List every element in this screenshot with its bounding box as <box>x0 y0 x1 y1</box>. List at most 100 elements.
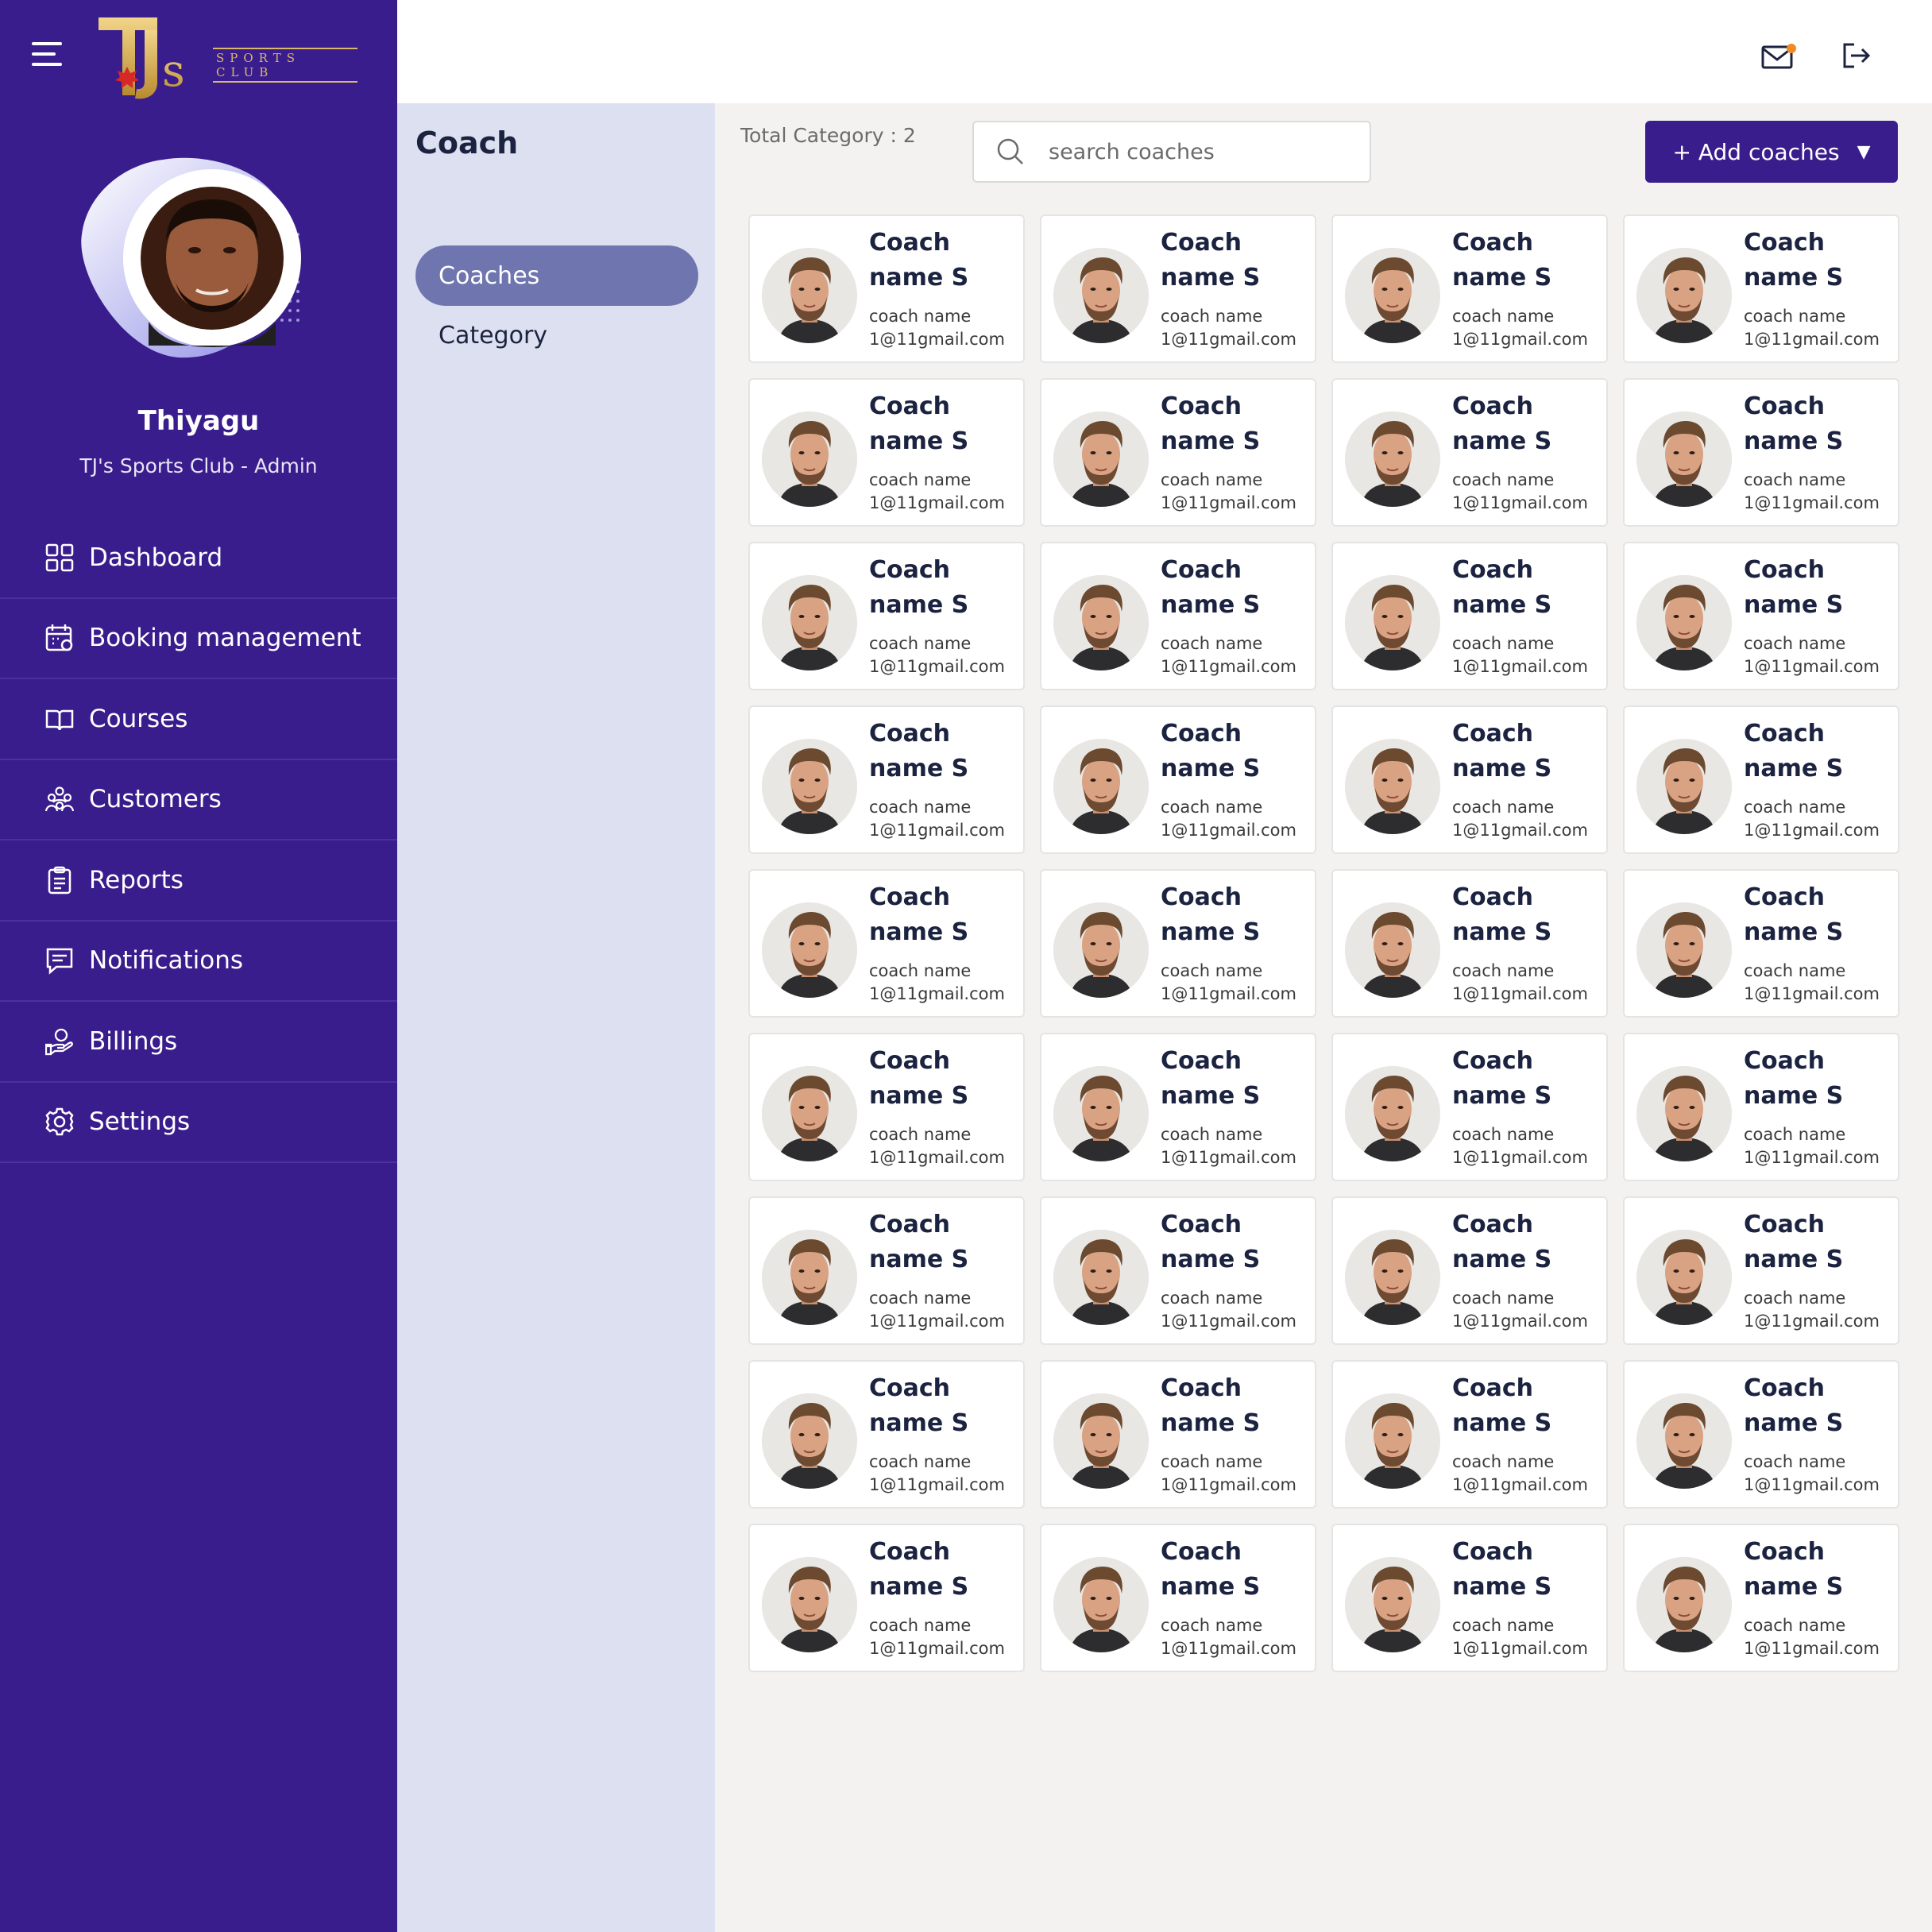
coach-card[interactable]: Coach name S coach name 1@11gmail.com <box>1331 1524 1608 1672</box>
coach-portrait-icon <box>1636 902 1732 998</box>
coach-card[interactable]: Coach name S coach name 1@11gmail.com <box>748 1033 1025 1181</box>
sidebar-item-booking-management[interactable]: Booking management <box>0 599 397 679</box>
coach-card[interactable]: Coach name S coach name 1@11gmail.com <box>1331 705 1608 854</box>
coach-card[interactable]: Coach name S coach name 1@11gmail.com <box>748 1524 1025 1672</box>
coach-portrait-icon <box>1053 739 1149 834</box>
coach-details: coach name 1@11gmail.com <box>1161 796 1296 842</box>
coach-photo <box>762 1557 857 1652</box>
coach-card[interactable]: Coach name S coach name 1@11gmail.com <box>1623 1196 1899 1345</box>
add-coaches-button[interactable]: + Add coaches ▼ <box>1645 121 1898 183</box>
coach-email: 1@11gmail.com <box>1744 984 1880 1003</box>
coach-card[interactable]: Coach name S coach name 1@11gmail.com <box>748 542 1025 690</box>
coach-card[interactable]: Coach name S coach name 1@11gmail.com <box>748 214 1025 363</box>
coach-card[interactable]: Coach name S coach name 1@11gmail.com <box>1331 869 1608 1018</box>
coach-email: 1@11gmail.com <box>1452 1312 1588 1331</box>
coach-card[interactable]: Coach name S coach name 1@11gmail.com <box>1040 378 1316 527</box>
coach-card[interactable]: Coach name S coach name 1@11gmail.com <box>1331 542 1608 690</box>
sidebar-item-dashboard[interactable]: Dashboard <box>0 518 397 599</box>
coach-portrait-icon <box>1636 739 1732 834</box>
coach-card[interactable]: Coach name S coach name 1@11gmail.com <box>748 869 1025 1018</box>
gear-icon <box>44 1107 75 1137</box>
coach-subtitle: coach name <box>1161 1289 1263 1308</box>
mail-icon[interactable] <box>1761 42 1798 71</box>
coach-card[interactable]: Coach name S coach name 1@11gmail.com <box>1623 214 1899 363</box>
sidebar-item-settings[interactable]: Settings <box>0 1083 397 1163</box>
coach-photo <box>1345 1557 1440 1652</box>
coach-portrait-icon <box>762 1066 857 1161</box>
coach-card[interactable]: Coach name S coach name 1@11gmail.com <box>748 1360 1025 1509</box>
coach-card[interactable]: Coach name S coach name 1@11gmail.com <box>1040 1033 1316 1181</box>
logout-icon[interactable] <box>1841 41 1872 70</box>
coach-card[interactable]: Coach name S coach name 1@11gmail.com <box>1331 1033 1608 1181</box>
coach-details: coach name 1@11gmail.com <box>1744 796 1880 842</box>
coach-photo <box>1053 902 1149 998</box>
coach-subtitle: coach name <box>1161 1616 1263 1635</box>
sidebar-item-notifications[interactable]: Notifications <box>0 922 397 1002</box>
coach-subtitle: coach name <box>1161 1125 1263 1144</box>
coach-card[interactable]: Coach name S coach name 1@11gmail.com <box>748 705 1025 854</box>
avatar[interactable] <box>75 155 346 369</box>
coach-card[interactable]: Coach name S coach name 1@11gmail.com <box>1623 705 1899 854</box>
coach-card[interactable]: Coach name S coach name 1@11gmail.com <box>1331 214 1608 363</box>
sidebar-item-label: Customers <box>89 785 222 814</box>
coach-portrait-icon <box>1636 1557 1732 1652</box>
coach-card[interactable]: Coach name S coach name 1@11gmail.com <box>1040 705 1316 854</box>
coach-card[interactable]: Coach name S coach name 1@11gmail.com <box>1331 1196 1608 1345</box>
coach-details: coach name 1@11gmail.com <box>1452 1451 1588 1497</box>
coach-details: coach name 1@11gmail.com <box>1452 1123 1588 1169</box>
coach-card[interactable]: Coach name S coach name 1@11gmail.com <box>1040 1524 1316 1672</box>
coach-card[interactable]: Coach name S coach name 1@11gmail.com <box>1040 214 1316 363</box>
coach-card[interactable]: Coach name S coach name 1@11gmail.com <box>748 378 1025 527</box>
sidebar-item-label: Booking management <box>89 624 361 653</box>
coach-card[interactable]: Coach name S coach name 1@11gmail.com <box>1040 542 1316 690</box>
coach-details: coach name 1@11gmail.com <box>1452 469 1588 515</box>
coach-card[interactable]: Coach name S coach name 1@11gmail.com <box>1623 542 1899 690</box>
coach-card[interactable]: Coach name S coach name 1@11gmail.com <box>1623 1524 1899 1672</box>
brand-logo[interactable]: s SPORTS CLUB <box>95 6 357 106</box>
coach-details: coach name 1@11gmail.com <box>869 1287 1005 1333</box>
coach-email: 1@11gmail.com <box>869 493 1005 512</box>
coach-card[interactable]: Coach name S coach name 1@11gmail.com <box>1623 869 1899 1018</box>
coach-name: Coach name S <box>1744 883 1844 946</box>
coach-card[interactable]: Coach name S coach name 1@11gmail.com <box>1623 1033 1899 1181</box>
coach-email: 1@11gmail.com <box>869 1312 1005 1331</box>
coach-photo <box>1636 1230 1732 1325</box>
coach-photo <box>1345 739 1440 834</box>
coach-card[interactable]: Coach name S coach name 1@11gmail.com <box>1040 1196 1316 1345</box>
sidebar-item-reports[interactable]: Reports <box>0 840 397 922</box>
sidebar-nav: Dashboard Booking management Courses Cus… <box>0 518 397 1163</box>
search-box[interactable] <box>972 121 1371 183</box>
coach-subtitle: coach name <box>1161 961 1263 980</box>
coach-card[interactable]: Coach name S coach name 1@11gmail.com <box>1040 869 1316 1018</box>
coach-photo <box>1345 902 1440 998</box>
coach-card[interactable]: Coach name S coach name 1@11gmail.com <box>1623 1360 1899 1509</box>
coach-email: 1@11gmail.com <box>1744 330 1880 349</box>
coach-photo <box>1345 1066 1440 1161</box>
coach-card[interactable]: Coach name S coach name 1@11gmail.com <box>1331 378 1608 527</box>
coach-name: Coach name S <box>1452 1374 1552 1437</box>
coach-email: 1@11gmail.com <box>869 984 1005 1003</box>
coach-card[interactable]: Coach name S coach name 1@11gmail.com <box>1040 1360 1316 1509</box>
coach-card[interactable]: Coach name S coach name 1@11gmail.com <box>748 1196 1025 1345</box>
coach-card[interactable]: Coach name S coach name 1@11gmail.com <box>1623 378 1899 527</box>
coach-name: Coach name S <box>1161 883 1261 946</box>
search-input[interactable] <box>1049 139 1350 164</box>
coach-portrait-icon <box>1053 1557 1149 1652</box>
sidebar-item-courses[interactable]: Courses <box>0 679 397 760</box>
coach-subtitle: coach name <box>869 798 972 817</box>
coach-details: coach name 1@11gmail.com <box>1744 960 1880 1006</box>
sidebar-item-customers[interactable]: Customers <box>0 760 397 840</box>
sidebar-item-label: Courses <box>89 704 188 733</box>
menu-icon[interactable] <box>32 42 65 71</box>
tab-category[interactable]: Category <box>415 305 698 365</box>
coach-card[interactable]: Coach name S coach name 1@11gmail.com <box>1331 1360 1608 1509</box>
coach-details: coach name 1@11gmail.com <box>1744 305 1880 351</box>
calendar-icon <box>44 623 75 653</box>
coach-details: coach name 1@11gmail.com <box>1744 469 1880 515</box>
coach-name: Coach name S <box>1744 1211 1844 1273</box>
coach-portrait-icon <box>1636 248 1732 343</box>
coach-details: coach name 1@11gmail.com <box>869 632 1005 678</box>
coach-card-grid: Coach name S coach name 1@11gmail.com Co… <box>748 214 1900 1672</box>
tab-coaches[interactable]: Coaches <box>415 245 698 306</box>
sidebar-item-billings[interactable]: Billings <box>0 1002 397 1083</box>
